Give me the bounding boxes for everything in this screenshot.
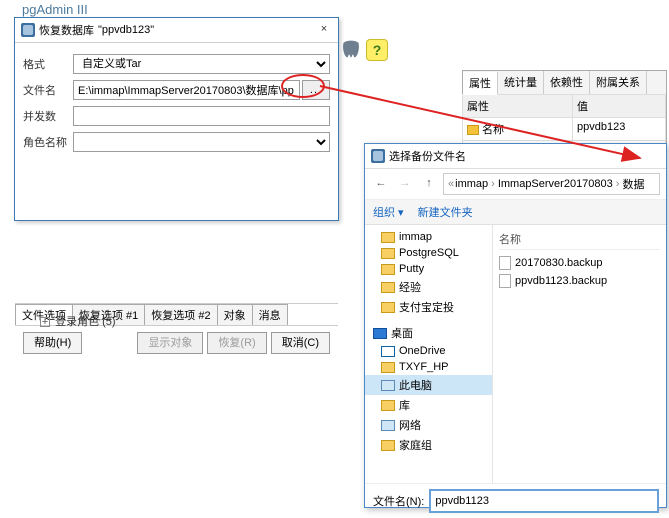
pg-elephant-icon [340, 39, 362, 61]
folder-item: PostgreSQL [365, 245, 492, 261]
tab-deps[interactable]: 依赖性 [544, 71, 590, 94]
concurrency-label: 并发数 [23, 108, 73, 124]
filename-input[interactable] [73, 80, 300, 100]
prop-name-val: ppvdb123 [572, 117, 666, 141]
pc-icon [381, 380, 395, 391]
file-list[interactable]: 名称 20170830.backup ppvdb1123.backup [493, 225, 666, 483]
breadcrumb[interactable]: « immap› ImmapServer20170803› 数据 [443, 173, 660, 195]
new-folder-button[interactable]: 新建文件夹 [418, 204, 473, 220]
tab-objects[interactable]: 对象 [217, 304, 253, 325]
col-name[interactable]: 名称 [499, 229, 660, 250]
filename-input[interactable] [430, 490, 658, 512]
prop-name-key: 名称 [462, 117, 573, 141]
place-onedrive: OneDrive [365, 343, 492, 359]
restore-button[interactable]: 恢复(R) [207, 332, 266, 354]
prop-icon [467, 125, 479, 135]
folder-icon [381, 248, 395, 259]
folder-icon [381, 440, 395, 451]
tab-dependents[interactable]: 附属关系 [590, 71, 647, 94]
dialog-titlebar: 恢复数据库 "ppvdb123" × [15, 18, 338, 43]
rolename-label: 角色名称 [23, 134, 73, 150]
pg-logo-icon [21, 23, 35, 37]
tree-label: 登录角色 (5) [55, 316, 116, 328]
tab-stats[interactable]: 统计量 [498, 71, 544, 94]
file-icon [499, 256, 511, 270]
cancel-button[interactable]: 取消(C) [271, 332, 330, 354]
col-value: 值 [572, 94, 666, 118]
file-chooser-dialog: 选择备份文件名 ← → ↑ « immap› ImmapServer201708… [364, 143, 667, 508]
folder-item: immap [365, 229, 492, 245]
close-icon[interactable]: × [316, 22, 332, 38]
network-icon [381, 420, 395, 431]
show-objects-button[interactable]: 显示对象 [137, 332, 203, 354]
up-icon[interactable]: ↑ [419, 174, 439, 194]
file-icon [499, 274, 511, 288]
app-title: pgAdmin III [22, 2, 88, 17]
place-user: TXYF_HP [365, 359, 492, 375]
file-item[interactable]: 20170830.backup [499, 254, 660, 272]
forward-icon[interactable]: → [395, 174, 415, 194]
place-homegroup: 家庭组 [365, 435, 492, 455]
help-button[interactable]: 帮助(H) [23, 332, 82, 354]
concurrency-input[interactable] [73, 106, 330, 126]
dialog-buttonbar: 帮助(H) 显示对象 恢复(R) 取消(C) [15, 325, 338, 360]
help-icon[interactable]: ? [366, 39, 388, 61]
back-icon[interactable]: ← [371, 174, 391, 194]
onedrive-icon [381, 346, 395, 357]
dialog-title-prefix: 恢复数据库 [39, 22, 94, 38]
tab-messages[interactable]: 消息 [252, 304, 288, 325]
desktop-icon [373, 328, 387, 339]
folder-icon [381, 400, 395, 411]
browse-button[interactable]: ... [302, 80, 330, 100]
tree-item[interactable]: + 登录角色 (5) [40, 313, 116, 329]
tab-properties[interactable]: 属性 [463, 72, 498, 95]
folder-item: 经验 [365, 277, 492, 297]
pg-logo-icon [371, 149, 385, 163]
folder-tree[interactable]: immap PostgreSQL Putty 经验 支付宝定投 桌面 OneDr… [365, 225, 493, 483]
tab-restore-opt-2[interactable]: 恢复选项 #2 [144, 304, 217, 325]
place-desktop: 桌面 [365, 323, 492, 343]
folder-icon [381, 302, 395, 313]
place-libraries: 库 [365, 395, 492, 415]
folder-icon [381, 282, 395, 293]
folder-item: Putty [365, 261, 492, 277]
folder-icon [381, 232, 395, 243]
col-property: 属性 [462, 94, 573, 118]
format-select[interactable]: 自定义或Tar [73, 54, 330, 74]
filename-label: 文件名(N): [373, 493, 424, 509]
organize-menu[interactable]: 组织 ▾ [373, 204, 404, 220]
rolename-select[interactable] [73, 132, 330, 152]
filename-label: 文件名 [23, 82, 73, 98]
folder-icon [381, 362, 395, 373]
expand-icon[interactable]: + [40, 317, 50, 327]
folder-icon [381, 264, 395, 275]
format-label: 格式 [23, 56, 73, 72]
dialog-title-db: "ppvdb123" [98, 24, 154, 36]
file-item[interactable]: ppvdb1123.backup [499, 272, 660, 290]
place-this-pc: 此电脑 [365, 375, 492, 395]
main-toolbar: ? [340, 35, 400, 65]
chooser-title: 选择备份文件名 [389, 148, 466, 164]
place-network: 网络 [365, 415, 492, 435]
restore-dialog: 恢复数据库 "ppvdb123" × 格式 自定义或Tar 文件名 ... 并发… [14, 17, 339, 221]
folder-item: 支付宝定投 [365, 297, 492, 317]
